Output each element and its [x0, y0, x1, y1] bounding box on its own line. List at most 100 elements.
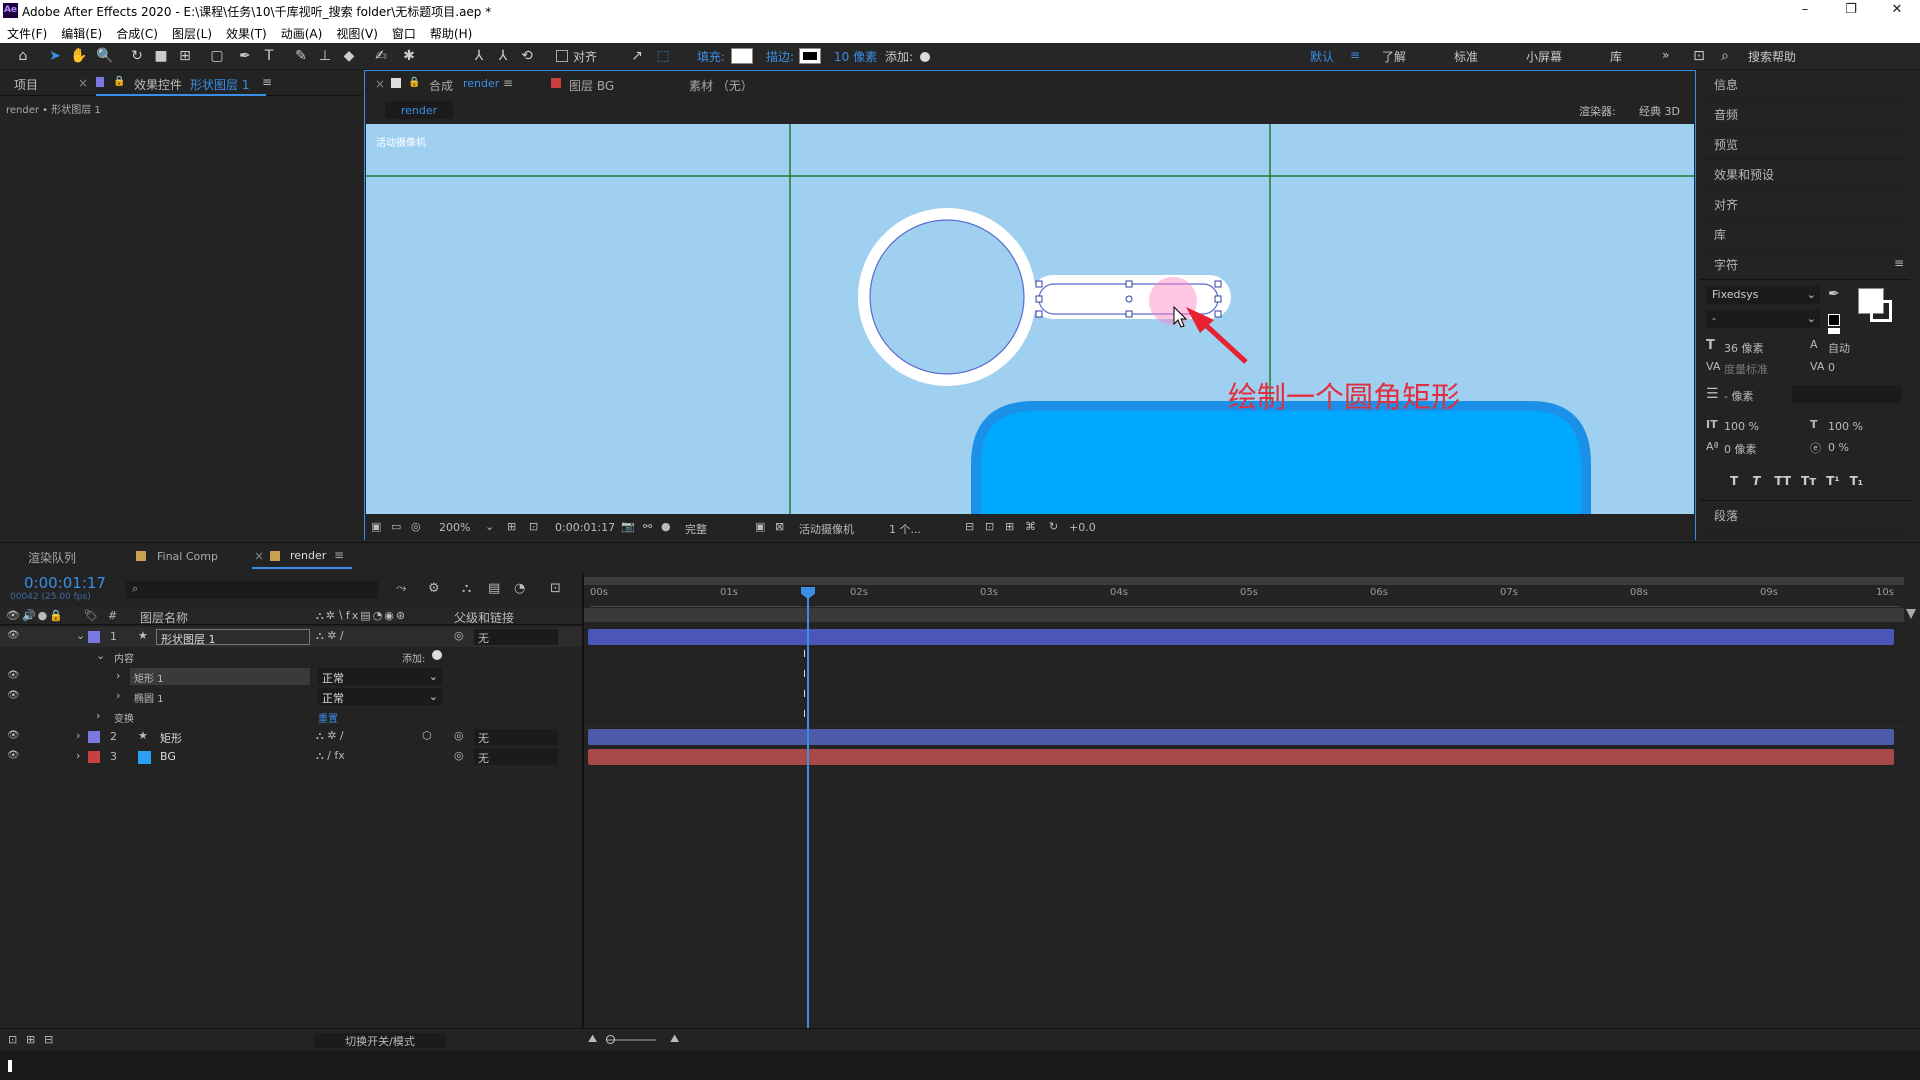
panel-paragraph[interactable]: 段落: [1700, 500, 1910, 530]
layer-row-1[interactable]: 👁 ⌄ 1 ★ 形状图层 1 ⛬ ✲ ∕ ◎ 无: [0, 627, 582, 647]
text-stroke-swatch[interactable]: [1870, 300, 1892, 322]
layer-bar-3[interactable]: [588, 749, 1894, 765]
faux-italic-button[interactable]: T: [1752, 474, 1760, 488]
puppet-tool-icon[interactable]: ✱: [400, 47, 418, 65]
rectangle-tool-icon[interactable]: ▢: [208, 47, 226, 65]
contents-row[interactable]: ⌄ 内容 添加:: [0, 647, 582, 667]
panel-libraries[interactable]: 库: [1700, 220, 1910, 250]
tab-comp-render[interactable]: render: [463, 77, 499, 90]
tsume-value[interactable]: 0 %: [1828, 441, 1849, 454]
visibility-eye-icon[interactable]: 👁: [7, 630, 20, 641]
fast-preview-icon[interactable]: ⊡: [985, 520, 994, 533]
timeline-icon[interactable]: ⊞: [1005, 520, 1014, 533]
sub-tab-render[interactable]: render: [385, 101, 453, 119]
visibility-eye-icon[interactable]: 👁: [7, 730, 20, 741]
draft-3d-icon[interactable]: ⚙: [428, 581, 440, 596]
add-dropdown-icon[interactable]: [920, 52, 930, 62]
3d-layer-icon[interactable]: ⬡: [422, 729, 432, 742]
panel-preview[interactable]: 预览: [1700, 130, 1910, 160]
workspace-default[interactable]: 默认: [1310, 48, 1334, 65]
layer-label-color[interactable]: [88, 631, 100, 643]
parent-dropdown[interactable]: 无: [474, 729, 558, 745]
workspace-small-screen[interactable]: 小屏幕: [1526, 48, 1562, 65]
tab-render-comp[interactable]: render: [290, 549, 326, 562]
keyframe-marker-icon[interactable]: I: [803, 689, 806, 700]
layer-name[interactable]: BG: [160, 750, 176, 763]
exposure-value[interactable]: +0.0: [1069, 521, 1096, 534]
fill-color-swatch[interactable]: [731, 48, 753, 64]
zoom-out-icon[interactable]: ⛰: [588, 1032, 597, 1046]
zoom-tool-icon[interactable]: 🔍: [96, 47, 114, 65]
panel-menu-icon[interactable]: ≡: [262, 75, 272, 89]
layer-switches[interactable]: ⛬ ∕ fx: [316, 749, 345, 763]
minimize-button[interactable]: –: [1782, 0, 1828, 22]
menu-view[interactable]: 视图(V): [329, 22, 385, 42]
character-menu-icon[interactable]: ≡: [1894, 256, 1904, 270]
close-comp-tab-icon[interactable]: ×: [375, 77, 385, 91]
footer-timecode[interactable]: 0:00:01:17: [555, 521, 615, 534]
close-tab-icon[interactable]: ×: [78, 76, 88, 90]
eyedropper-icon[interactable]: ✒: [1828, 286, 1840, 302]
small-caps-button[interactable]: Tт: [1801, 474, 1816, 488]
transform-row[interactable]: › 变换 重置: [0, 707, 582, 727]
tab-effect-controls[interactable]: 效果控件: [134, 76, 182, 93]
world-axis-icon[interactable]: ⅄: [494, 47, 512, 65]
resolution-dropdown[interactable]: 完整: [685, 521, 707, 537]
layer-row-2[interactable]: 👁 › 2 ★ 矩形 ⛬ ✲ ∕ ⬡ ◎ 无: [0, 727, 582, 747]
in-out-icon[interactable]: ⊟: [44, 1033, 53, 1046]
workspace-libraries[interactable]: 库: [1610, 48, 1622, 65]
ellipse-group-row[interactable]: 👁 › 椭圆 1 正常 ⌄: [0, 687, 582, 707]
blend-mode-dropdown[interactable]: 正常 ⌄: [318, 668, 442, 685]
menu-composition[interactable]: 合成(C): [109, 22, 165, 42]
twirl-closed-icon[interactable]: ›: [96, 709, 100, 722]
keyframe-marker-icon[interactable]: I: [803, 709, 806, 720]
twirl-open-icon[interactable]: ⌄: [96, 649, 105, 662]
twirl-closed-icon[interactable]: ›: [116, 689, 120, 702]
parent-pickwhip-icon[interactable]: ◎: [454, 729, 464, 742]
monitor-icon[interactable]: ▭: [391, 520, 401, 533]
menu-window[interactable]: 窗口: [385, 22, 423, 42]
maximize-button[interactable]: ❐: [1828, 0, 1874, 22]
menu-edit[interactable]: 编辑(E): [54, 22, 109, 42]
current-timecode[interactable]: 0:00:01:17: [24, 574, 106, 592]
brush-tool-icon[interactable]: ✎: [292, 47, 310, 65]
roto-brush-tool-icon[interactable]: ✍: [372, 47, 390, 65]
tab-final-comp[interactable]: Final Comp: [157, 550, 218, 563]
layer-name[interactable]: 矩形: [160, 730, 182, 746]
sync-icon[interactable]: ⊡: [1690, 47, 1708, 65]
timeline-menu-icon[interactable]: ≡: [334, 548, 344, 562]
tab-project[interactable]: 项目: [14, 76, 38, 93]
lock-icon[interactable]: 🔒: [113, 76, 125, 87]
keyframe-marker-icon[interactable]: I: [803, 669, 806, 680]
subscript-button[interactable]: T₁: [1850, 474, 1863, 488]
tracking-value[interactable]: 0: [1828, 361, 1835, 374]
color-channel-icon[interactable]: ●: [661, 520, 671, 533]
transparency-icon[interactable]: ⊠: [775, 520, 784, 533]
baseline-shift-value[interactable]: 0 像素: [1724, 441, 1757, 457]
layer-switches[interactable]: ⛬ ✲ ∕: [316, 629, 344, 643]
text-stroke-size[interactable]: - 像素: [1724, 388, 1753, 404]
toggle-pixel-icon[interactable]: ⊟: [965, 520, 974, 533]
shy-layers-icon[interactable]: ⛬: [462, 581, 471, 596]
parent-pickwhip-icon[interactable]: ◎: [454, 629, 464, 642]
selection-tool-icon[interactable]: ➤: [46, 47, 64, 65]
frame-time-icon[interactable]: ⊞: [26, 1033, 35, 1046]
clone-stamp-tool-icon[interactable]: ⊥: [316, 47, 334, 65]
workspace-learn[interactable]: 了解: [1382, 48, 1406, 65]
visibility-eye-icon[interactable]: 👁: [7, 690, 20, 701]
comp-viewer[interactable]: 活动摄像机 绘制一个圆角矩形: [366, 124, 1694, 514]
menu-effect[interactable]: 效果(T): [219, 22, 274, 42]
render-time-icon[interactable]: ⊡: [8, 1033, 17, 1046]
close-tab-icon[interactable]: ×: [254, 549, 264, 563]
leading-value[interactable]: 自动: [1828, 340, 1850, 356]
panel-align[interactable]: 对齐: [1700, 190, 1910, 220]
rect-group-row[interactable]: 👁 › 矩形 1 正常 ⌄: [0, 667, 582, 687]
font-style-dropdown[interactable]: - ⌄: [1706, 310, 1820, 328]
horizontal-scale-value[interactable]: 100 %: [1828, 420, 1863, 433]
workspace-standard[interactable]: 标准: [1454, 48, 1478, 65]
layer-name-field[interactable]: 形状图层 1: [156, 629, 310, 646]
type-tool-icon[interactable]: T: [260, 47, 278, 65]
rotate-tool-icon[interactable]: ↻: [128, 47, 146, 65]
menu-help[interactable]: 帮助(H): [423, 22, 479, 42]
faux-bold-button[interactable]: T: [1730, 474, 1738, 488]
